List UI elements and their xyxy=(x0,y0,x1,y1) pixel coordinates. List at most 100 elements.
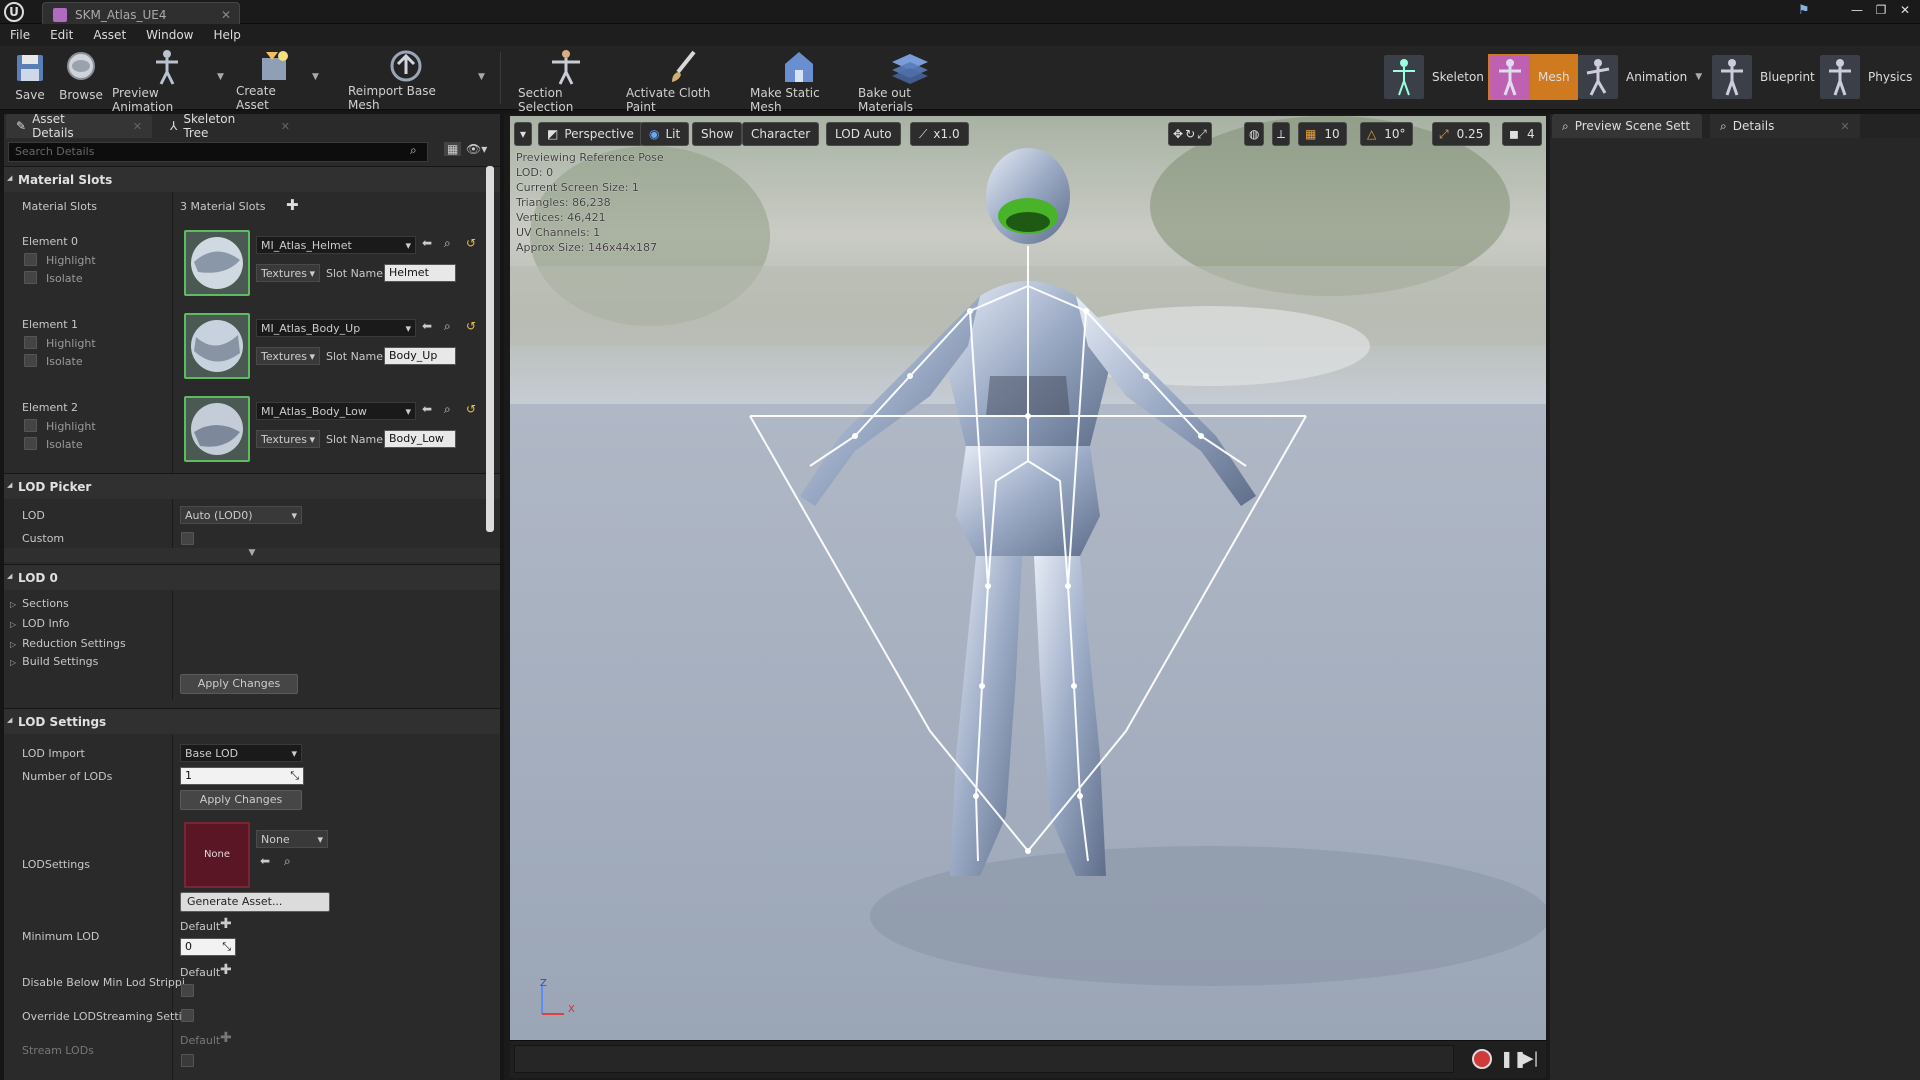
use-selected-arrow-icon[interactable]: ⬅ xyxy=(260,854,270,868)
create-asset-dropdown-icon[interactable]: ▼ xyxy=(312,72,319,82)
browse-asset-icon[interactable]: ⌕ xyxy=(444,319,451,334)
lod-settings-category[interactable]: LOD Settings xyxy=(4,708,500,734)
spin-drag-icon[interactable]: ⤡ xyxy=(290,769,299,783)
document-tab[interactable]: SKM_Atlas_UE4 ✕ xyxy=(42,2,240,24)
browse-asset-icon[interactable]: ⌕ xyxy=(284,854,291,869)
bake-out-materials-button[interactable]: Bake out Materials xyxy=(858,48,962,114)
grid-snap[interactable]: ▦ 10 xyxy=(1298,122,1347,146)
element-0-material-picker[interactable]: MI_Atlas_Helmet ▾ xyxy=(256,236,416,254)
close-tab-icon[interactable]: ✕ xyxy=(1840,120,1849,133)
character-button[interactable]: Character xyxy=(742,122,820,146)
tab-asset-details[interactable]: ✎ Asset Details ✕ xyxy=(6,112,152,140)
create-asset-button[interactable]: Create Asset xyxy=(236,48,312,112)
override-lod-streaming-checkbox[interactable] xyxy=(181,1009,194,1022)
minimize-button[interactable]: — xyxy=(1848,3,1866,17)
add-platform-override-icon[interactable]: ✚ xyxy=(220,962,232,978)
column-divider[interactable] xyxy=(172,734,173,1080)
use-selected-arrow-icon[interactable]: ⬅ xyxy=(422,402,432,416)
close-tab-icon[interactable]: ✕ xyxy=(221,8,231,22)
spin-drag-icon[interactable]: ⤡ xyxy=(222,940,231,954)
save-button[interactable]: Save xyxy=(12,48,48,108)
step-forward-button[interactable]: ▶| xyxy=(1522,1049,1539,1067)
world-local-toggle[interactable]: ◍ xyxy=(1244,122,1265,146)
column-divider[interactable] xyxy=(172,590,173,700)
lod-settings-apply-changes-button[interactable]: Apply Changes xyxy=(180,790,302,810)
tab-preview-scene-settings[interactable]: ⌕ Preview Scene Sett xyxy=(1552,114,1702,138)
column-divider[interactable] xyxy=(172,192,173,492)
lod-auto-button[interactable]: LOD Auto xyxy=(826,122,901,146)
property-matrix-icon[interactable]: ▦ xyxy=(444,142,462,156)
close-window-button[interactable]: ✕ xyxy=(1896,3,1914,17)
element-1-highlight-checkbox[interactable] xyxy=(24,336,37,349)
menu-window[interactable]: Window xyxy=(146,28,193,42)
element-1-slot-name-input[interactable]: Body_Up xyxy=(384,347,456,365)
browse-asset-icon[interactable]: ⌕ xyxy=(444,402,451,417)
mode-skeleton[interactable]: Skeleton xyxy=(1384,54,1492,100)
reset-to-default-icon[interactable]: ↺ xyxy=(466,319,476,333)
number-of-lods-input[interactable]: 1 ⤡ xyxy=(180,767,304,785)
element-1-isolate-checkbox[interactable] xyxy=(24,354,37,367)
maximize-button[interactable]: ❐ xyxy=(1872,3,1890,17)
generate-asset-button[interactable]: Generate Asset... xyxy=(180,892,330,912)
camera-speed[interactable]: ◼ 4 xyxy=(1502,122,1542,146)
expand-advanced-icon[interactable]: ▼ xyxy=(4,548,500,562)
mode-physics[interactable]: Physics xyxy=(1820,54,1920,100)
lit-button[interactable]: ◉ Lit xyxy=(640,122,690,146)
animation-dropdown-icon[interactable]: ▼ xyxy=(1695,72,1702,82)
lodsettings-picker[interactable]: None ▾ xyxy=(256,830,328,848)
material-thumbnail[interactable] xyxy=(184,230,250,296)
element-2-isolate-checkbox[interactable] xyxy=(24,437,37,450)
reset-to-default-icon[interactable]: ↺ xyxy=(466,236,476,250)
custom-checkbox[interactable] xyxy=(181,532,194,545)
lod0-category[interactable]: LOD 0 xyxy=(4,564,500,590)
search-details-input[interactable]: Search Details xyxy=(8,142,428,162)
rotate-icon[interactable]: ↻ xyxy=(1185,127,1195,141)
element-2-highlight-checkbox[interactable] xyxy=(24,419,37,432)
tab-details[interactable]: ⌕ Details ✕ xyxy=(1710,114,1860,138)
preview-animation-dropdown-icon[interactable]: ▼ xyxy=(217,72,224,82)
element-2-slot-name-input[interactable]: Body_Low xyxy=(384,430,456,448)
add-platform-override-icon[interactable]: ✚ xyxy=(220,916,232,932)
browse-asset-icon[interactable]: ⌕ xyxy=(444,236,451,251)
add-material-slot-icon[interactable]: ✚ xyxy=(286,196,299,214)
feedback-icon[interactable]: ⚑ xyxy=(1798,3,1810,18)
lod-import-dropdown[interactable]: Base LOD ▾ xyxy=(180,744,302,762)
element-2-material-picker[interactable]: MI_Atlas_Body_Low ▾ xyxy=(256,402,416,420)
show-button[interactable]: Show xyxy=(692,122,743,146)
details-scrollbar[interactable] xyxy=(486,166,494,532)
element-0-isolate-checkbox[interactable] xyxy=(24,271,37,284)
perspective-button[interactable]: ◩ Perspective xyxy=(538,122,643,146)
viewport-options-dropdown[interactable]: ▾ xyxy=(514,122,533,146)
element-0-highlight-checkbox[interactable] xyxy=(24,253,37,266)
lod0-apply-changes-button[interactable]: Apply Changes xyxy=(180,674,298,694)
activate-cloth-paint-button[interactable]: Activate Cloth Paint xyxy=(626,48,740,114)
disable-below-min-lod-checkbox[interactable] xyxy=(181,984,194,997)
mode-animation[interactable]: Animation ▼ xyxy=(1578,54,1710,100)
timeline-scrubber[interactable] xyxy=(514,1045,1454,1073)
tree-item-lod-info[interactable]: LOD Info xyxy=(10,617,69,630)
element-0-textures-dropdown[interactable]: Textures ▾ xyxy=(256,264,320,282)
tab-skeleton-tree[interactable]: ⅄ Skeleton Tree ✕ xyxy=(160,112,300,140)
close-tab-icon[interactable]: ✕ xyxy=(133,120,142,133)
use-selected-arrow-icon[interactable]: ⬅ xyxy=(422,319,432,333)
lod-picker-category[interactable]: LOD Picker xyxy=(4,473,500,499)
tree-item-build-settings[interactable]: Build Settings xyxy=(10,655,98,668)
add-platform-override-icon[interactable]: ✚ xyxy=(220,1030,232,1046)
use-selected-arrow-icon[interactable]: ⬅ xyxy=(422,236,432,250)
rotation-snap[interactable]: △ 10° xyxy=(1360,122,1413,146)
view-options-eye-icon[interactable]: 👁▾ xyxy=(466,142,487,156)
tree-item-reduction-settings[interactable]: Reduction Settings xyxy=(10,637,126,650)
preview-viewport[interactable]: ▾ ◩ Perspective ◉ Lit Show Character LOD A… xyxy=(510,116,1546,1040)
make-static-mesh-button[interactable]: Make Static Mesh xyxy=(750,48,848,114)
translate-icon[interactable]: ✥ xyxy=(1173,127,1183,141)
menu-help[interactable]: Help xyxy=(213,28,240,42)
tree-item-sections[interactable]: Sections xyxy=(10,597,69,610)
material-thumbnail[interactable] xyxy=(184,396,250,462)
menu-asset[interactable]: Asset xyxy=(93,28,126,42)
element-0-slot-name-input[interactable]: Helmet xyxy=(384,264,456,282)
reimport-dropdown-icon[interactable]: ▼ xyxy=(478,72,485,82)
mode-blueprint[interactable]: Blueprint xyxy=(1712,54,1823,100)
material-slots-category[interactable]: Material Slots xyxy=(4,166,500,192)
close-tab-icon[interactable]: ✕ xyxy=(281,120,290,133)
unreal-logo-icon[interactable]: U xyxy=(4,2,24,22)
